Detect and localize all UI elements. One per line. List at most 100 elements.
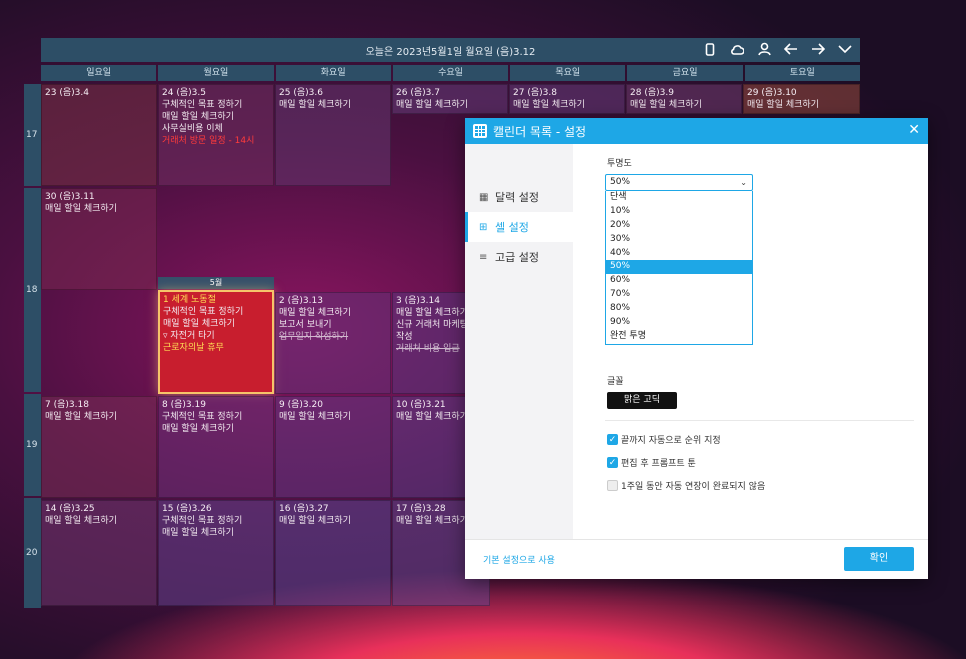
day-cell[interactable]: 9 (음)3.20 매일 할일 체크하기 (275, 396, 391, 498)
event-item[interactable]: 매일 할일 체크하기 (45, 203, 153, 215)
day-date: 27 (음)3.8 (513, 88, 557, 98)
day-cell[interactable]: 8 (음)3.19 구체적인 목표 정하기 매일 할일 체크하기 (158, 396, 274, 498)
event-item[interactable]: 매일 할일 체크하기 (279, 411, 387, 423)
day-date: 30 (음)3.11 (45, 192, 95, 202)
day-cell[interactable]: 29 (음)3.10 매일 할일 체크하기 (743, 84, 860, 114)
settings-content: 투명도 50% ⌄ 단색 10% 20% 30% 40% 50% 60% 70%… (605, 144, 914, 540)
day-date: 7 (음)3.18 (45, 400, 89, 410)
dropdown-option[interactable]: 40% (606, 247, 752, 261)
week-number: 19 (24, 394, 41, 496)
chevron-down-icon: ⌄ (740, 178, 747, 187)
sidebar-item-advanced[interactable]: ≡ 고급 설정 (465, 242, 573, 272)
day-cell[interactable]: 2 (음)3.13 매일 할일 체크하기 보고서 보내기 업무일지 작성하기 (275, 292, 391, 394)
event-item[interactable]: 매일 할일 체크하기 (279, 515, 387, 527)
day-cell[interactable]: 23 (음)3.4 (41, 84, 157, 186)
day-date: 15 (음)3.26 (162, 504, 212, 514)
sidebar-item-cell[interactable]: ⊞ 셀 설정 (465, 212, 573, 242)
mobile-icon[interactable] (703, 41, 717, 57)
day-cell[interactable]: 15 (음)3.26 구체적인 목표 정하기 매일 할일 체크하기 (158, 500, 274, 606)
arrow-left-icon[interactable] (784, 41, 798, 57)
dropdown-option[interactable]: 단색 (606, 191, 752, 205)
event-item[interactable]: 매일 할일 체크하기 (162, 527, 270, 539)
event-item[interactable]: 매일 할일 체크하기 (45, 515, 153, 527)
opacity-label: 투명도 (607, 159, 632, 169)
event-item[interactable]: 구체적인 목표 정하기 (162, 411, 270, 423)
user-icon[interactable] (757, 41, 771, 57)
dropdown-option-selected[interactable]: 50% (606, 260, 752, 275)
ok-button[interactable]: 확인 (844, 547, 914, 571)
day-cell[interactable]: 28 (음)3.9 매일 할일 체크하기 (626, 84, 742, 114)
holiday-label: 근로자의날 휴무 (163, 343, 224, 353)
event-item[interactable]: 매일 할일 체크하기 (162, 111, 270, 123)
day-cell[interactable]: 30 (음)3.11 매일 할일 체크하기 (41, 188, 157, 290)
toolbar-icons (703, 41, 852, 57)
checkbox-auto-extend[interactable]: 1주일 동안 자동 연장이 완료되지 않음 (607, 479, 765, 492)
dialog-header: 캘린더 목록 - 설정 ✕ (465, 118, 928, 144)
font-label: 글꼴 (607, 377, 624, 387)
dropdown-option[interactable]: 90% (606, 316, 752, 330)
weekday-sun: 일요일 (41, 65, 157, 81)
weekday-wed: 수요일 (392, 65, 509, 81)
event-item[interactable]: 매일 할일 체크하기 (396, 99, 504, 111)
checkbox-auto-rank[interactable]: ✓ 끝까지 자동으로 순위 지정 (607, 433, 721, 446)
event-item[interactable]: 매일 할일 체크하기 (747, 99, 856, 111)
day-cell[interactable]: 14 (음)3.25 매일 할일 체크하기 (41, 500, 157, 606)
close-icon[interactable]: ✕ (908, 122, 920, 138)
dropdown-option[interactable]: 80% (606, 302, 752, 316)
day-cell[interactable]: 26 (음)3.7 매일 할일 체크하기 (392, 84, 508, 114)
event-item[interactable]: 구체적인 목표 정하기 (162, 99, 270, 111)
event-item[interactable]: 매일 할일 체크하기 (279, 307, 387, 319)
event-item-done[interactable]: 업무일지 작성하기 (279, 331, 387, 343)
today-cell[interactable]: 1 세계 노동절 구체적인 목표 정하기 매일 할일 체크하기 ▿ 자전거 타기… (158, 290, 274, 394)
dropdown-option[interactable]: 30% (606, 233, 752, 247)
event-item[interactable]: 보고서 보내기 (279, 319, 387, 331)
day-date: 23 (음)3.4 (45, 88, 89, 98)
event-item[interactable]: 매일 할일 체크하기 (162, 423, 270, 435)
dropdown-option[interactable]: 70% (606, 288, 752, 302)
day-cell[interactable]: 7 (음)3.18 매일 할일 체크하기 (41, 396, 157, 498)
event-item[interactable]: 매일 할일 체크하기 (163, 318, 269, 330)
dropdown-option[interactable]: 10% (606, 205, 752, 219)
sidebar-item-label: 달력 설정 (495, 191, 539, 204)
event-item-important[interactable]: 거래처 방문 일정 - 14시 (162, 135, 270, 147)
dropdown-option[interactable]: 완전 투명 (606, 330, 752, 344)
dropdown-option[interactable]: 60% (606, 274, 752, 288)
event-item[interactable]: 매일 할일 체크하기 (630, 99, 738, 111)
week-number: 20 (24, 498, 41, 608)
cloud-sync-icon[interactable] (730, 41, 744, 57)
day-cell[interactable]: 27 (음)3.8 매일 할일 체크하기 (509, 84, 625, 114)
reset-defaults-link[interactable]: 기본 설정으로 사용 (483, 553, 555, 566)
dropdown-option[interactable]: 20% (606, 219, 752, 233)
checkbox-checked-icon: ✓ (607, 457, 618, 468)
calendar-settings-dialog: 캘린더 목록 - 설정 ✕ ▦ 달력 설정 ⊞ 셀 설정 ≡ 고급 설정 투명도… (465, 118, 928, 579)
checkbox-edit-prompt[interactable]: ✓ 편집 후 프롬프트 툰 (607, 456, 696, 469)
event-item[interactable]: 매일 할일 체크하기 (513, 99, 621, 111)
opacity-dropdown-list: 단색 10% 20% 30% 40% 50% 60% 70% 80% 90% 완… (605, 191, 753, 345)
day-cell[interactable]: 25 (음)3.6 매일 할일 체크하기 (275, 84, 391, 186)
event-item[interactable]: 사무실비용 이체 (162, 123, 270, 135)
weekday-thu: 목요일 (510, 65, 626, 81)
chevron-down-icon[interactable] (838, 41, 852, 57)
grid-icon: ⊞ (479, 221, 488, 233)
month-label: 5월 (158, 277, 274, 289)
event-item[interactable]: 매일 할일 체크하기 (45, 411, 153, 423)
event-item[interactable]: 구체적인 목표 정하기 (163, 306, 269, 318)
opacity-select[interactable]: 50% ⌄ (605, 174, 753, 191)
calendar-icon: ▦ (479, 191, 489, 203)
day-date: 8 (음)3.19 (162, 400, 206, 410)
arrow-right-icon[interactable] (811, 41, 825, 57)
event-item-bike[interactable]: ▿ 자전거 타기 (163, 330, 269, 342)
font-select-button[interactable]: 맑은 고딕 (607, 392, 677, 409)
sidebar-item-label: 고급 설정 (495, 251, 539, 264)
day-cell[interactable]: 16 (음)3.27 매일 할일 체크하기 (275, 500, 391, 606)
sidebar-item-calendar[interactable]: ▦ 달력 설정 (465, 182, 573, 212)
event-item[interactable]: 매일 할일 체크하기 (279, 99, 387, 111)
sidebar-item-label: 셀 설정 (495, 221, 529, 234)
calendar-toolbar: 오늘은 2023년5월1일 월요일 (음)3.12 (41, 38, 860, 62)
event-item[interactable]: 구체적인 목표 정하기 (162, 515, 270, 527)
day-date: 1 세계 노동절 (163, 295, 216, 305)
calendar-grid-icon (473, 124, 487, 138)
day-date: 28 (음)3.9 (630, 88, 674, 98)
day-cell[interactable]: 24 (음)3.5 구체적인 목표 정하기 매일 할일 체크하기 사무실비용 이… (158, 84, 274, 186)
